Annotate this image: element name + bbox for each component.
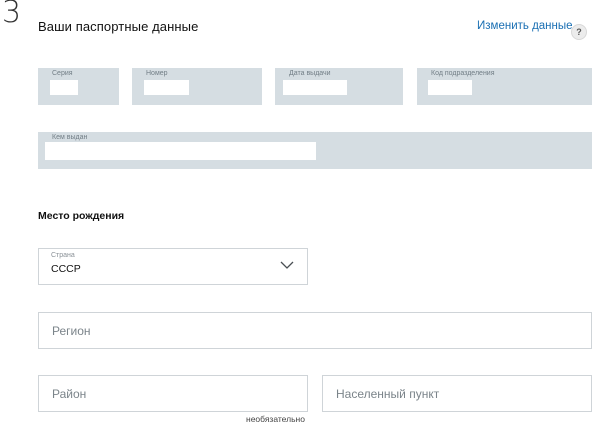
change-data-link[interactable]: Изменить данные <box>477 20 573 32</box>
chevron-down-icon <box>280 261 294 269</box>
locality-placeholder: Населенный пункт <box>336 387 440 401</box>
passport-series-value <box>50 80 78 95</box>
passport-issue-date-field: Дата выдачи <box>275 68 403 105</box>
section-title: Ваши паспортные данные <box>38 19 199 34</box>
help-icon[interactable]: ? <box>571 24 587 40</box>
birthplace-title: Место рождения <box>38 210 125 222</box>
region-placeholder: Регион <box>52 324 91 338</box>
passport-series-label: Серия <box>52 70 73 77</box>
country-label: Страна <box>51 252 75 259</box>
passport-division-code-label: Код подразделения <box>431 70 495 77</box>
country-select[interactable]: Страна СССР <box>38 248 308 285</box>
passport-number-field: Номер <box>132 68 262 105</box>
passport-number-value <box>144 80 189 95</box>
passport-series-field: Серия <box>38 68 119 105</box>
locality-input[interactable]: Населенный пункт <box>322 375 592 412</box>
passport-issued-by-value <box>45 142 316 160</box>
passport-issued-by-label: Кем выдан <box>52 134 88 141</box>
passport-number-label: Номер <box>146 70 168 77</box>
step-number: 3 <box>2 0 22 30</box>
optional-note: необязательно <box>246 414 305 424</box>
district-placeholder: Район <box>52 387 87 401</box>
passport-issued-by-field: Кем выдан <box>38 132 592 169</box>
passport-issue-date-label: Дата выдачи <box>289 70 331 77</box>
passport-issue-date-value <box>283 80 347 95</box>
country-value: СССР <box>51 263 81 275</box>
district-input[interactable]: Район <box>38 375 308 412</box>
passport-division-code-value <box>428 80 472 95</box>
region-input[interactable]: Регион <box>38 312 592 349</box>
passport-division-code-field: Код подразделения <box>417 68 592 105</box>
